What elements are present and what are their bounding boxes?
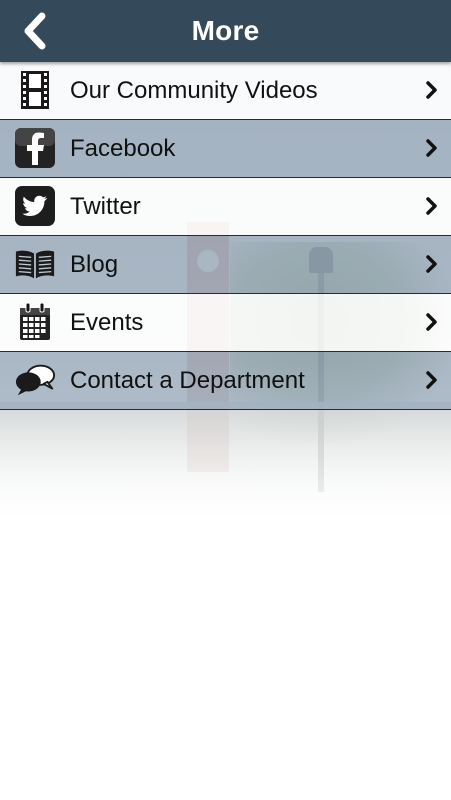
menu-item-community-videos[interactable]: Our Community Videos <box>0 62 451 120</box>
chevron-right-icon <box>425 312 439 332</box>
menu-item-label: Blog <box>70 251 119 278</box>
menu-item-twitter[interactable]: Twitter <box>0 178 451 236</box>
menu-item-label: Our Community Videos <box>70 77 318 104</box>
menu-item-label: Twitter <box>70 193 141 220</box>
page-title: More <box>191 15 260 46</box>
more-menu-list: Our Community Videos Facebook Twitter Bl… <box>0 62 451 410</box>
twitter-icon <box>14 185 56 227</box>
menu-item-facebook[interactable]: Facebook <box>0 120 451 178</box>
chevron-right-icon <box>425 196 439 216</box>
chevron-right-icon <box>425 254 439 274</box>
film-strip-icon <box>14 69 56 111</box>
menu-item-label: Events <box>70 309 144 336</box>
calendar-icon <box>14 301 56 343</box>
chevron-right-icon <box>425 370 439 390</box>
menu-item-contact-department[interactable]: Contact a Department <box>0 352 451 410</box>
speech-bubbles-icon <box>14 359 56 401</box>
menu-item-events[interactable]: Events <box>0 294 451 352</box>
menu-item-label: Facebook <box>70 135 176 162</box>
app-header: More <box>0 0 451 62</box>
facebook-icon <box>14 127 56 169</box>
chevron-right-icon <box>425 138 439 158</box>
menu-item-blog[interactable]: Blog <box>0 236 451 294</box>
chevron-right-icon <box>425 80 439 100</box>
open-book-icon <box>14 243 56 285</box>
menu-item-label: Contact a Department <box>70 367 305 394</box>
